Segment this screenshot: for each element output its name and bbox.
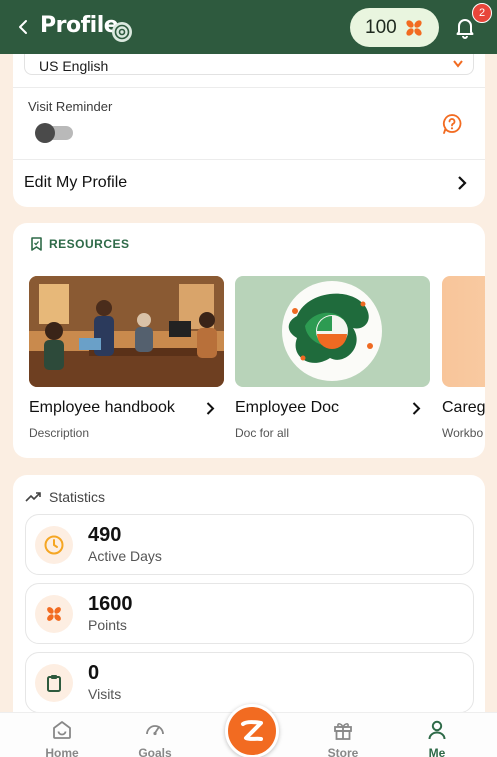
stat-icon-badge xyxy=(35,595,73,633)
center-action-button[interactable] xyxy=(225,704,279,757)
resource-title: Employee Doc xyxy=(235,399,340,416)
divider xyxy=(13,159,485,160)
points-pill[interactable]: 100 xyxy=(350,8,439,47)
gift-icon xyxy=(334,723,352,740)
chevron-down-icon xyxy=(453,60,463,68)
chevron-left-icon xyxy=(19,20,27,34)
page-title: Profile xyxy=(40,13,119,38)
stat-icon-badge xyxy=(35,526,73,564)
stat-value: 490 xyxy=(88,524,122,546)
stat-label: Active Days xyxy=(88,548,162,564)
visit-reminder-label: Visit Reminder xyxy=(28,99,113,114)
clock-icon xyxy=(44,535,64,555)
clipboard-icon xyxy=(47,675,61,692)
resource-title: Careg xyxy=(442,399,485,416)
stat-icon-badge xyxy=(35,664,73,702)
app-header: Profile 100 2 xyxy=(0,0,497,54)
resources-card: RESOURCES Employee handbook Description xyxy=(13,223,485,458)
statistics-header: Statistics xyxy=(25,489,105,505)
nav-label: Me xyxy=(428,746,446,757)
toggle-knob xyxy=(35,123,55,143)
resource-image xyxy=(29,276,224,387)
points-value: 100 xyxy=(365,16,397,38)
divider xyxy=(13,87,485,88)
chevron-right-icon[interactable] xyxy=(457,176,467,190)
nav-store[interactable]: Store xyxy=(313,719,373,757)
visit-reminder-toggle[interactable] xyxy=(35,123,73,143)
resource-image xyxy=(235,276,430,387)
stat-value: 1600 xyxy=(88,593,133,615)
statistics-heading: Statistics xyxy=(49,489,106,505)
edit-profile-link[interactable]: Edit My Profile xyxy=(24,174,127,192)
stat-label: Points xyxy=(88,617,127,633)
nav-label: Home xyxy=(45,746,79,757)
brand-logo-icon xyxy=(241,720,263,741)
points-icon xyxy=(406,19,422,36)
notification-badge: 2 xyxy=(472,3,492,23)
stat-value: 0 xyxy=(88,662,100,684)
chevron-right-icon[interactable] xyxy=(412,402,421,415)
reminder-help-icon[interactable] xyxy=(441,113,463,135)
resource-card-employee-handbook[interactable]: Employee handbook Description xyxy=(29,276,224,440)
resources-header: RESOURCES xyxy=(30,237,130,251)
nav-label: Goals xyxy=(138,746,172,757)
help-icon xyxy=(114,24,130,40)
resource-description: Workbo xyxy=(442,426,484,440)
back-button[interactable] xyxy=(14,17,32,37)
nav-label: Store xyxy=(327,746,359,757)
resource-image xyxy=(442,276,485,387)
points-icon xyxy=(47,607,61,621)
person-icon xyxy=(428,720,446,740)
gauge-icon xyxy=(146,725,164,736)
bookmark-icon xyxy=(31,237,42,251)
resource-card-employee-doc[interactable]: Employee Doc Doc for all xyxy=(235,276,430,440)
settings-card: US English Visit Reminder Edit My Profil… xyxy=(13,30,485,207)
stat-points: 1600 Points xyxy=(25,583,474,644)
nav-goals[interactable]: Goals xyxy=(125,719,185,757)
language-value: US English xyxy=(39,58,109,74)
resource-card-caregiver[interactable]: Careg Workbo xyxy=(442,276,485,440)
stat-active-days: 490 Active Days xyxy=(25,514,474,575)
title-help-button[interactable] xyxy=(112,22,132,42)
home-icon xyxy=(53,721,71,739)
resource-description: Doc for all xyxy=(235,426,290,440)
chevron-right-icon[interactable] xyxy=(206,402,215,415)
resource-description: Description xyxy=(29,426,90,440)
stat-label: Visits xyxy=(88,686,122,702)
nav-home[interactable]: Home xyxy=(32,719,92,757)
nav-me[interactable]: Me xyxy=(407,719,467,757)
trending-up-icon xyxy=(25,492,41,502)
resource-title: Employee handbook xyxy=(29,399,175,416)
resources-heading: RESOURCES xyxy=(49,237,130,251)
